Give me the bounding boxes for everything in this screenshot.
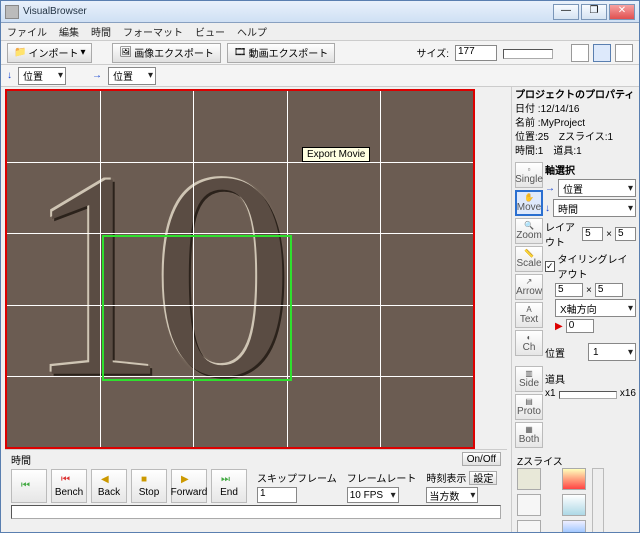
arrow-down-icon [545, 203, 550, 214]
axis-y-dropdown[interactable]: 位置 [18, 67, 66, 85]
zslice-panel: Zスライス Extend [515, 451, 636, 532]
time-display-dropdown[interactable]: 当方数 [426, 487, 478, 503]
maximize-button[interactable]: ❐ [581, 4, 607, 20]
tool-both[interactable]: ▦Both [515, 422, 543, 448]
skip-frame-input[interactable]: 1 [257, 487, 297, 503]
zslice-swatch[interactable] [562, 468, 586, 490]
axis-time-dropdown[interactable]: 時間 [553, 199, 636, 217]
project-properties: プロジェクトのプロパティ 日付 :12/14/16 名前 :MyProject … [515, 89, 636, 159]
timeline-panel: 時間 On/Off ⏮ ⏮Bench ◀Back ■Stop ▶Forward … [5, 449, 507, 519]
end-button[interactable]: ⏭End [211, 469, 247, 503]
arrow-right-icon [92, 70, 102, 81]
movie-export-button[interactable]: 🎞動画エクスポート [227, 43, 335, 63]
stop-button[interactable]: ■Stop [131, 469, 167, 503]
timeline-set-button[interactable]: 設定 [469, 471, 497, 485]
layout-cols[interactable]: 5 [582, 227, 603, 241]
bench-button[interactable]: ⏮Bench [51, 469, 87, 503]
size-label: サイズ: [417, 45, 449, 60]
tool-zoom[interactable]: 🔍Zoom [515, 218, 543, 244]
viewmode-1[interactable] [571, 44, 589, 62]
tiling-cols[interactable]: 5 [555, 283, 583, 297]
menu-time[interactable]: 時間 [91, 24, 111, 39]
tool-side[interactable]: ▥Side [515, 366, 543, 392]
tool-section: ▫Single ✋Move 🔍Zoom 📏Scale ↗Arrow AText … [515, 162, 636, 448]
zslice-swatch[interactable] [517, 468, 541, 490]
tiling-checkbox[interactable]: ✓ [545, 261, 555, 272]
axis-x-dropdown[interactable]: 位置 [108, 67, 156, 85]
import-button[interactable]: 📁インポート▾ [7, 43, 92, 63]
tool-single[interactable]: ▫Single [515, 162, 543, 188]
zslice-swatch[interactable] [562, 520, 586, 532]
tool-arrow[interactable]: ↗Arrow [515, 274, 543, 300]
zslice-swatch[interactable] [517, 494, 541, 516]
close-button[interactable]: ✕ [609, 4, 635, 20]
zoom-slider[interactable] [559, 391, 617, 399]
export-movie-tooltip: Export Movie [302, 147, 370, 162]
app-window: VisualBrowser — ❐ ✕ ファイル 編集 時間 フォーマット ビュ… [0, 0, 640, 533]
window-title: VisualBrowser [23, 6, 551, 17]
tool-ch[interactable]: ◐Ch [515, 330, 543, 356]
viewmode-buttons [571, 44, 633, 62]
tool-properties: 軸選択 位置 時間 レイアウト5×5 ✓タイリングレイアウト 5×5 X軸方向 … [545, 162, 636, 448]
image-canvas[interactable]: 10 Export Movie [5, 89, 475, 449]
menu-help[interactable]: ヘルプ [237, 24, 267, 39]
size-slider[interactable] [503, 49, 553, 59]
pos-dropdown[interactable]: 1 [588, 343, 636, 361]
arrow-right-icon [545, 183, 555, 194]
menu-format[interactable]: フォーマット [123, 24, 183, 39]
axis-pos-dropdown[interactable]: 位置 [558, 179, 636, 197]
tool-move[interactable]: ✋Move [515, 190, 543, 216]
tool-scale[interactable]: 📏Scale [515, 246, 543, 272]
right-panel: プロジェクトのプロパティ 日付 :12/14/16 名前 :MyProject … [511, 87, 639, 532]
zslice-swatch[interactable] [562, 494, 586, 516]
menu-edit[interactable]: 編集 [59, 24, 79, 39]
play-first-button[interactable]: ⏮ [11, 469, 47, 503]
minimize-button[interactable]: — [553, 4, 579, 20]
forward-button[interactable]: ▶Forward [171, 469, 207, 503]
selection-box[interactable] [102, 235, 292, 381]
tool-text[interactable]: AText [515, 302, 543, 328]
menubar: ファイル 編集 時間 フォーマット ビュー ヘルプ [1, 23, 639, 41]
fps-dropdown[interactable]: 10 FPS [347, 487, 399, 503]
arrow-down-icon [7, 70, 12, 81]
zslice-scrollbar[interactable] [592, 468, 604, 532]
direction-dropdown[interactable]: X軸方向 [555, 299, 636, 317]
titlebar[interactable]: VisualBrowser — ❐ ✕ [1, 1, 639, 23]
direction-num[interactable]: 0 [566, 319, 594, 333]
zslice-swatch[interactable] [517, 520, 541, 532]
playback-controls: ⏮ ⏮Bench ◀Back ■Stop ▶Forward ⏭End スキップフ… [11, 469, 501, 503]
tiling-rows[interactable]: 5 [595, 283, 623, 297]
viewmode-2[interactable] [593, 44, 611, 62]
axis-toolbar: 位置 位置 [1, 65, 639, 87]
layout-rows[interactable]: 5 [615, 227, 636, 241]
menu-file[interactable]: ファイル [7, 24, 47, 39]
size-value[interactable]: 177 [455, 45, 497, 61]
timeline-onoff-button[interactable]: On/Off [462, 452, 501, 466]
tool-proto[interactable]: ▤Proto [515, 394, 543, 420]
image-export-button[interactable]: 🖼画像エクスポート [112, 43, 220, 63]
viewmode-3[interactable] [615, 44, 633, 62]
main-toolbar: 📁インポート▾ 🖼画像エクスポート 🎞動画エクスポート サイズ: 177 [1, 41, 639, 65]
center-pane: 10 Export Movie 時間 On/Off ⏮ ⏮ [1, 87, 511, 532]
timeline-slider[interactable] [11, 505, 501, 519]
workarea: 10 Export Movie 時間 On/Off ⏮ ⏮ [1, 87, 639, 532]
menu-view[interactable]: ビュー [195, 24, 225, 39]
app-icon [5, 5, 19, 19]
timeline-heading: 時間 [11, 452, 31, 467]
back-button[interactable]: ◀Back [91, 469, 127, 503]
